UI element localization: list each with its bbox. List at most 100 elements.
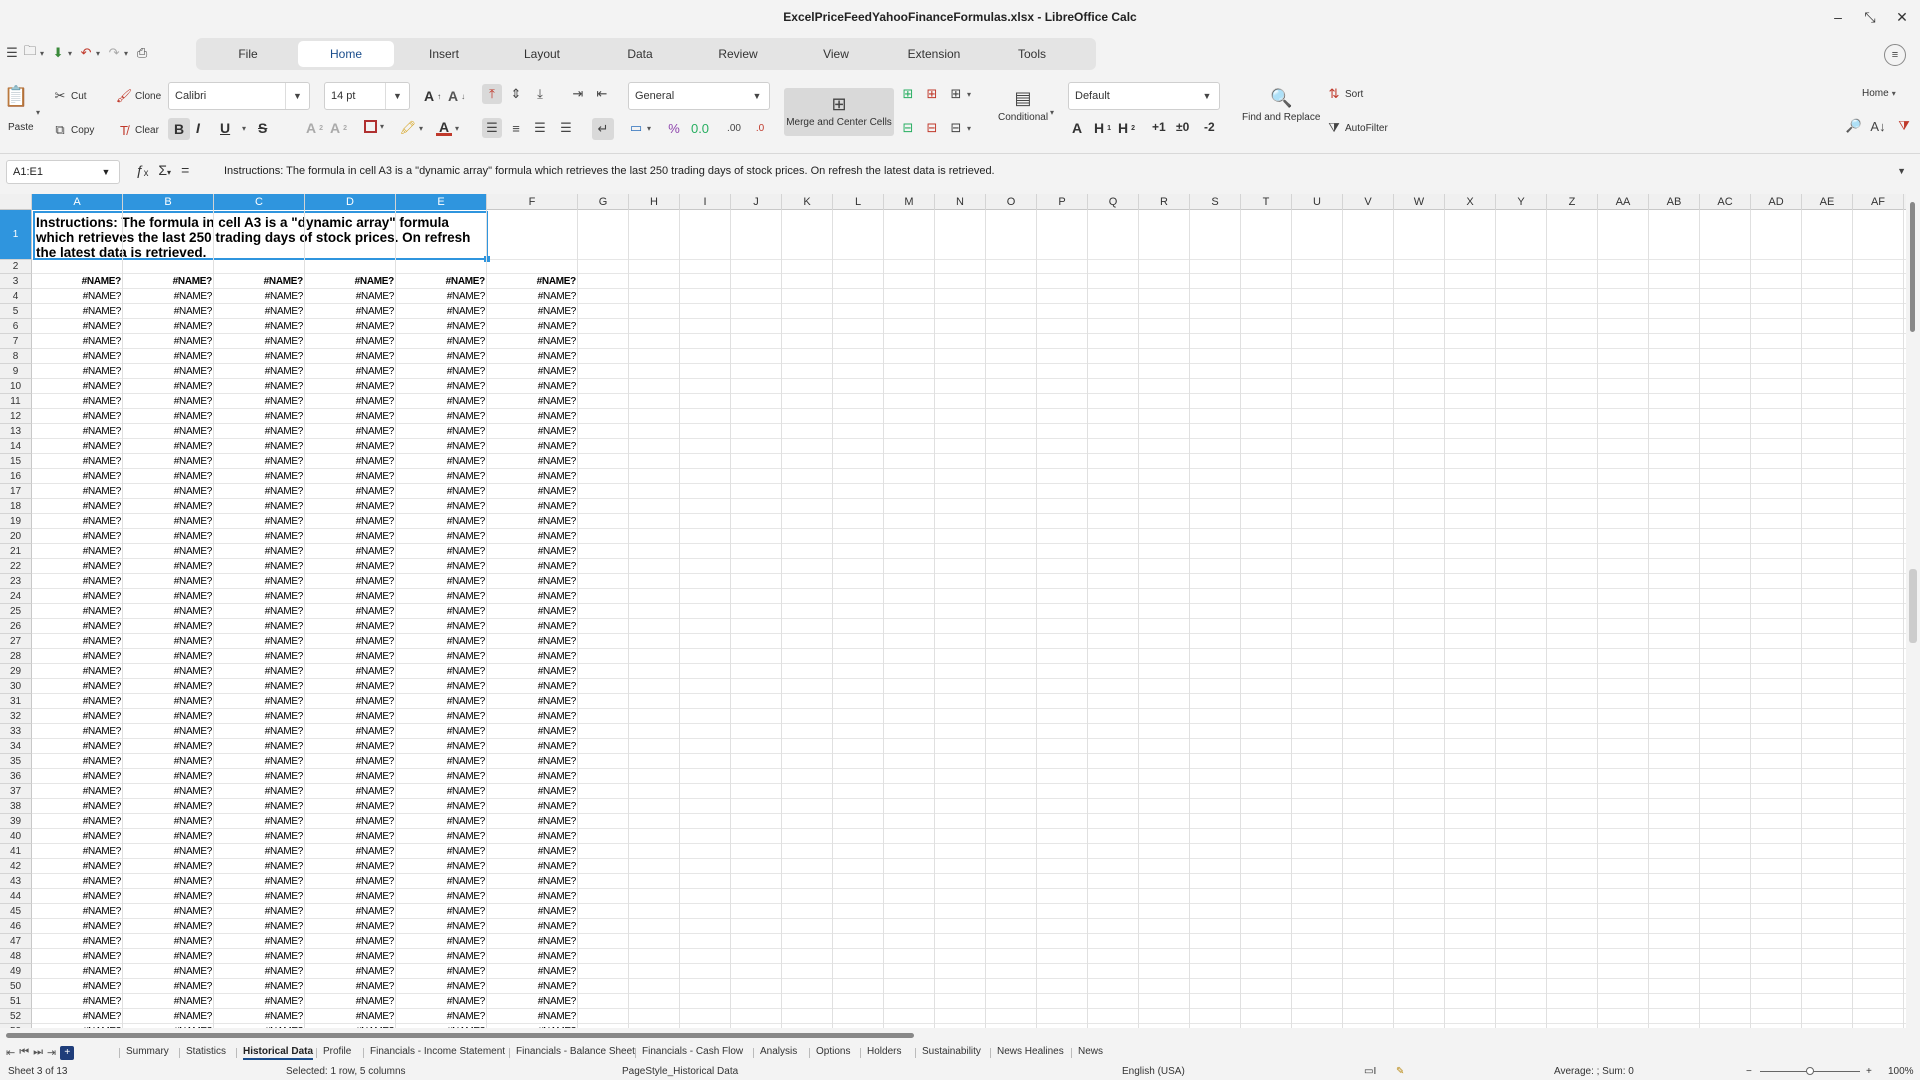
row-header-39[interactable]: 39 bbox=[0, 814, 32, 829]
number-icon[interactable]: 0.0 bbox=[691, 120, 709, 136]
cell-f24[interactable]: #NAME? bbox=[487, 589, 577, 604]
cell-b30[interactable]: #NAME? bbox=[123, 679, 213, 694]
cell-c45[interactable]: #NAME? bbox=[214, 904, 304, 919]
row-header-49[interactable]: 49 bbox=[0, 964, 32, 979]
cell-b28[interactable]: #NAME? bbox=[123, 649, 213, 664]
cell-a7[interactable]: #NAME? bbox=[32, 334, 122, 349]
cell-c14[interactable]: #NAME? bbox=[214, 439, 304, 454]
cell-e27[interactable]: #NAME? bbox=[396, 634, 486, 649]
column-header-s[interactable]: S bbox=[1190, 194, 1241, 210]
cell-e4[interactable]: #NAME? bbox=[396, 289, 486, 304]
cell-f19[interactable]: #NAME? bbox=[487, 514, 577, 529]
heading-2-button[interactable]: H2 bbox=[1118, 120, 1135, 136]
cell-a41[interactable]: #NAME? bbox=[32, 844, 122, 859]
column-header-k[interactable]: K bbox=[782, 194, 833, 210]
cell-f26[interactable]: #NAME? bbox=[487, 619, 577, 634]
row-header-41[interactable]: 41 bbox=[0, 844, 32, 859]
cell-e18[interactable]: #NAME? bbox=[396, 499, 486, 514]
row-header-48[interactable]: 48 bbox=[0, 949, 32, 964]
underline-button[interactable]: U bbox=[220, 120, 230, 136]
italic-button[interactable]: I bbox=[196, 120, 200, 136]
column-header-af[interactable]: AF bbox=[1853, 194, 1904, 210]
cut-button[interactable]: ✂ Cut bbox=[52, 88, 87, 104]
cell-f33[interactable]: #NAME? bbox=[487, 724, 577, 739]
cell-e15[interactable]: #NAME? bbox=[396, 454, 486, 469]
cell-f22[interactable]: #NAME? bbox=[487, 559, 577, 574]
cell-e8[interactable]: #NAME? bbox=[396, 349, 486, 364]
cell-e7[interactable]: #NAME? bbox=[396, 334, 486, 349]
cell-e52[interactable]: #NAME? bbox=[396, 1009, 486, 1024]
cell-d35[interactable]: #NAME? bbox=[305, 754, 395, 769]
currency-button[interactable]: ▭ ▾ bbox=[628, 120, 651, 136]
fill-handle[interactable] bbox=[484, 256, 490, 262]
cell-b48[interactable]: #NAME? bbox=[123, 949, 213, 964]
cell-b18[interactable]: #NAME? bbox=[123, 499, 213, 514]
cell-a6[interactable]: #NAME? bbox=[32, 319, 122, 334]
cell-b20[interactable]: #NAME? bbox=[123, 529, 213, 544]
cell-b23[interactable]: #NAME? bbox=[123, 574, 213, 589]
cell-c41[interactable]: #NAME? bbox=[214, 844, 304, 859]
cell-b35[interactable]: #NAME? bbox=[123, 754, 213, 769]
cell-a15[interactable]: #NAME? bbox=[32, 454, 122, 469]
cell-f3[interactable]: #NAME? bbox=[487, 274, 577, 289]
cell-b12[interactable]: #NAME? bbox=[123, 409, 213, 424]
chevron-down-icon[interactable]: ▼ bbox=[285, 83, 309, 109]
row-header-21[interactable]: 21 bbox=[0, 544, 32, 559]
cell-f6[interactable]: #NAME? bbox=[487, 319, 577, 334]
cell-a10[interactable]: #NAME? bbox=[32, 379, 122, 394]
cell-d51[interactable]: #NAME? bbox=[305, 994, 395, 1009]
row-header-13[interactable]: 13 bbox=[0, 424, 32, 439]
bad-style-button[interactable]: -2 bbox=[1204, 120, 1215, 134]
cell-d3[interactable]: #NAME? bbox=[305, 274, 395, 289]
cell-a39[interactable]: #NAME? bbox=[32, 814, 122, 829]
column-header-aa[interactable]: AA bbox=[1598, 194, 1649, 210]
cell-f20[interactable]: #NAME? bbox=[487, 529, 577, 544]
cell-e26[interactable]: #NAME? bbox=[396, 619, 486, 634]
row-header-18[interactable]: 18 bbox=[0, 499, 32, 514]
cell-c47[interactable]: #NAME? bbox=[214, 934, 304, 949]
cell-d43[interactable]: #NAME? bbox=[305, 874, 395, 889]
good-style-button[interactable]: +1 bbox=[1152, 120, 1166, 134]
row-header-9[interactable]: 9 bbox=[0, 364, 32, 379]
cell-c39[interactable]: #NAME? bbox=[214, 814, 304, 829]
chevron-down-icon[interactable]: ▾ bbox=[36, 108, 40, 117]
cell-a30[interactable]: #NAME? bbox=[32, 679, 122, 694]
cell-c25[interactable]: #NAME? bbox=[214, 604, 304, 619]
cell-e6[interactable]: #NAME? bbox=[396, 319, 486, 334]
cell-b5[interactable]: #NAME? bbox=[123, 304, 213, 319]
cell-e36[interactable]: #NAME? bbox=[396, 769, 486, 784]
cell-b24[interactable]: #NAME? bbox=[123, 589, 213, 604]
sheet-tab-holders[interactable]: Holders bbox=[867, 1046, 901, 1057]
cell-c24[interactable]: #NAME? bbox=[214, 589, 304, 604]
cell-c22[interactable]: #NAME? bbox=[214, 559, 304, 574]
cell-c37[interactable]: #NAME? bbox=[214, 784, 304, 799]
add-decimal-icon[interactable]: .00 bbox=[726, 120, 742, 136]
print-icon[interactable]: ⎙ bbox=[134, 45, 150, 61]
column-header-n[interactable]: N bbox=[935, 194, 986, 210]
row-header-16[interactable]: 16 bbox=[0, 469, 32, 484]
cell-b3[interactable]: #NAME? bbox=[123, 274, 213, 289]
cell-e30[interactable]: #NAME? bbox=[396, 679, 486, 694]
cell-e38[interactable]: #NAME? bbox=[396, 799, 486, 814]
cell-a28[interactable]: #NAME? bbox=[32, 649, 122, 664]
cell-a32[interactable]: #NAME? bbox=[32, 709, 122, 724]
cell-d15[interactable]: #NAME? bbox=[305, 454, 395, 469]
cell-e5[interactable]: #NAME? bbox=[396, 304, 486, 319]
cell-d18[interactable]: #NAME? bbox=[305, 499, 395, 514]
cell-a35[interactable]: #NAME? bbox=[32, 754, 122, 769]
row-header-5[interactable]: 5 bbox=[0, 304, 32, 319]
increase-indent-icon[interactable]: ⇥ bbox=[570, 86, 586, 102]
cell-e50[interactable]: #NAME? bbox=[396, 979, 486, 994]
cell-a38[interactable]: #NAME? bbox=[32, 799, 122, 814]
cell-d49[interactable]: #NAME? bbox=[305, 964, 395, 979]
cell-c13[interactable]: #NAME? bbox=[214, 424, 304, 439]
cell-e12[interactable]: #NAME? bbox=[396, 409, 486, 424]
cell-d30[interactable]: #NAME? bbox=[305, 679, 395, 694]
undo-icon[interactable]: ↶ bbox=[78, 45, 94, 61]
cell-c9[interactable]: #NAME? bbox=[214, 364, 304, 379]
cell-e32[interactable]: #NAME? bbox=[396, 709, 486, 724]
row-header-40[interactable]: 40 bbox=[0, 829, 32, 844]
cell-e48[interactable]: #NAME? bbox=[396, 949, 486, 964]
column-header-g[interactable]: G bbox=[578, 194, 629, 210]
cell-c21[interactable]: #NAME? bbox=[214, 544, 304, 559]
